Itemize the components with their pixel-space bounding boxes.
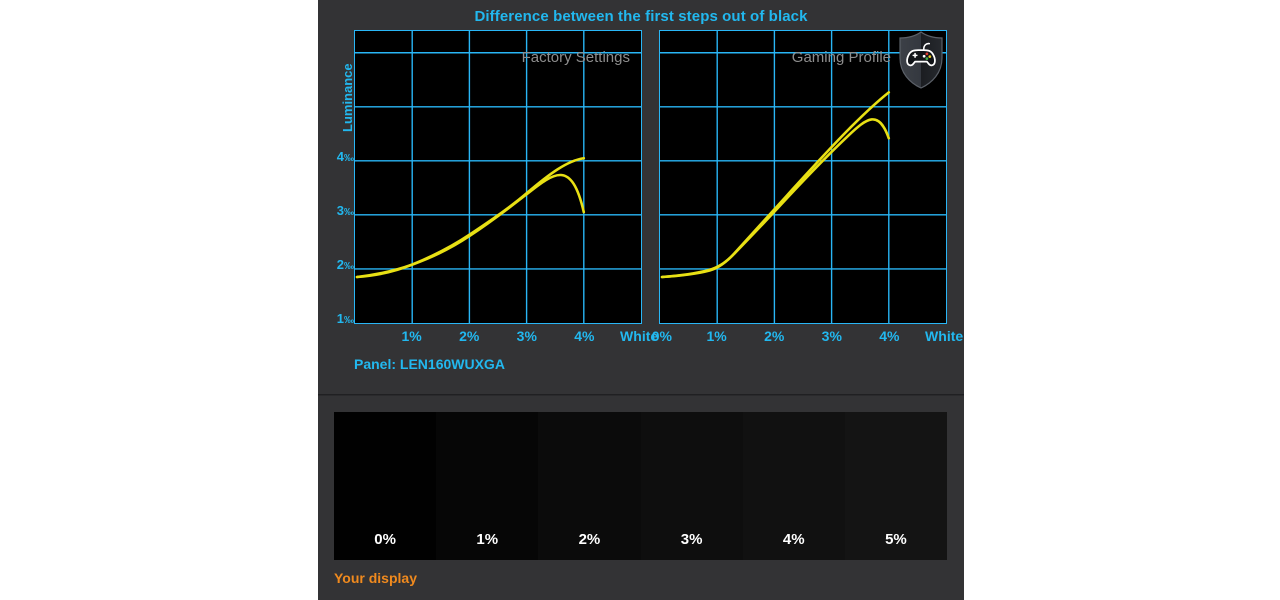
y-tick-4-unit: ‰ [344,153,354,164]
swatch-label-5pct: 5% [885,531,907,548]
plot-svg-factory-settings [355,31,641,323]
strip-swatches: 0% 1% 2% 3% 4% 5% [334,412,948,560]
y-tick-1: 1‰ [314,312,354,326]
x-tick-2pct-left: 2% [459,328,480,344]
y-tick-3: 3‰ [314,204,354,218]
swatch-label-3pct: 3% [680,531,703,548]
y-tick-4-value: 4 [336,149,344,164]
gradient-strip-section: 0% 1% 2% 3% 4% 5% Your display [318,396,964,600]
x-tick-1pct-right: 1% [706,328,727,344]
data-curve-factory-settings-smooth [355,156,586,279]
screenshot-root: Difference between the first steps out o… [0,0,1280,600]
y-tick-1-unit: ‰ [344,315,354,326]
chart-label-factory-settings: Factory Settings [521,49,630,66]
y-tick-4: 4‰ [314,150,354,164]
grid-horizontal-factory [355,52,641,270]
grid-vertical-factory [411,31,585,323]
swatch-2pct: 2% [538,412,641,560]
x-tick-4pct-right: 4% [879,328,900,344]
y-axis: Luminance 4‰ 3‰ 2‰ 1‰ [318,30,355,330]
your-display-label: Your display [334,570,417,586]
panel-model-label: Panel: LEN160WUXGA [354,356,505,372]
y-tick-1-value: 1 [336,311,344,326]
charts-container: Luminance 4‰ 3‰ 2‰ 1‰ Factory Settings 1… [318,30,964,350]
x-tick-1pct-left: 1% [401,328,422,344]
x-tick-3pct-right: 3% [821,328,842,344]
x-axis-gaming-profile: 0% 1% 2% 3% 4% White [652,326,963,348]
gamepad-shield-icon [896,31,946,89]
swatch-1pct: 1% [436,412,539,560]
x-tick-0pct-right: 0% [651,328,672,344]
data-curve-gaming-profile-smooth [660,91,891,279]
charts-section: Difference between the first steps out o… [318,0,964,394]
swatch-5pct: 5% [844,412,948,560]
swatch-label-2pct: 2% [578,531,601,548]
x-tick-2pct-right: 2% [764,328,785,344]
swatch-0pct: 0% [334,412,437,560]
page-title: Difference between the first steps out o… [474,8,808,25]
swatch-label-4pct: 4% [782,531,805,548]
y-tick-2-unit: ‰ [344,261,354,272]
x-tick-white-right: White [925,328,964,344]
swatch-4pct: 4% [742,412,845,560]
y-tick-2: 2‰ [314,258,354,272]
data-curve-gaming-profile [660,118,891,279]
y-tick-3-value: 3 [336,203,344,218]
x-tick-4pct-left: 4% [574,328,595,344]
black-level-strip: 0% 1% 2% 3% 4% 5% [334,412,948,560]
x-axis-factory-settings: 1% 2% 3% 4% White [354,326,658,348]
swatch-label-1pct: 1% [476,531,499,548]
swatch-label-0pct: 0% [374,531,396,548]
y-tick-3-unit: ‰ [344,207,354,218]
x-tick-3pct-left: 3% [516,328,537,344]
chart-factory-settings: Factory Settings 1% 2% 3% 4% White [354,30,658,344]
data-curve-factory-settings [355,173,586,279]
chart-gaming-profile: Gaming Profile 0% 1% 2% 3% 4% White [652,30,963,344]
swatch-3pct: 3% [640,412,743,560]
chart-label-gaming-profile: Gaming Profile [791,49,891,66]
display-review-panel: Difference between the first steps out o… [318,0,964,600]
y-tick-2-value: 2 [336,257,344,272]
plot-area-factory-settings [354,30,642,324]
